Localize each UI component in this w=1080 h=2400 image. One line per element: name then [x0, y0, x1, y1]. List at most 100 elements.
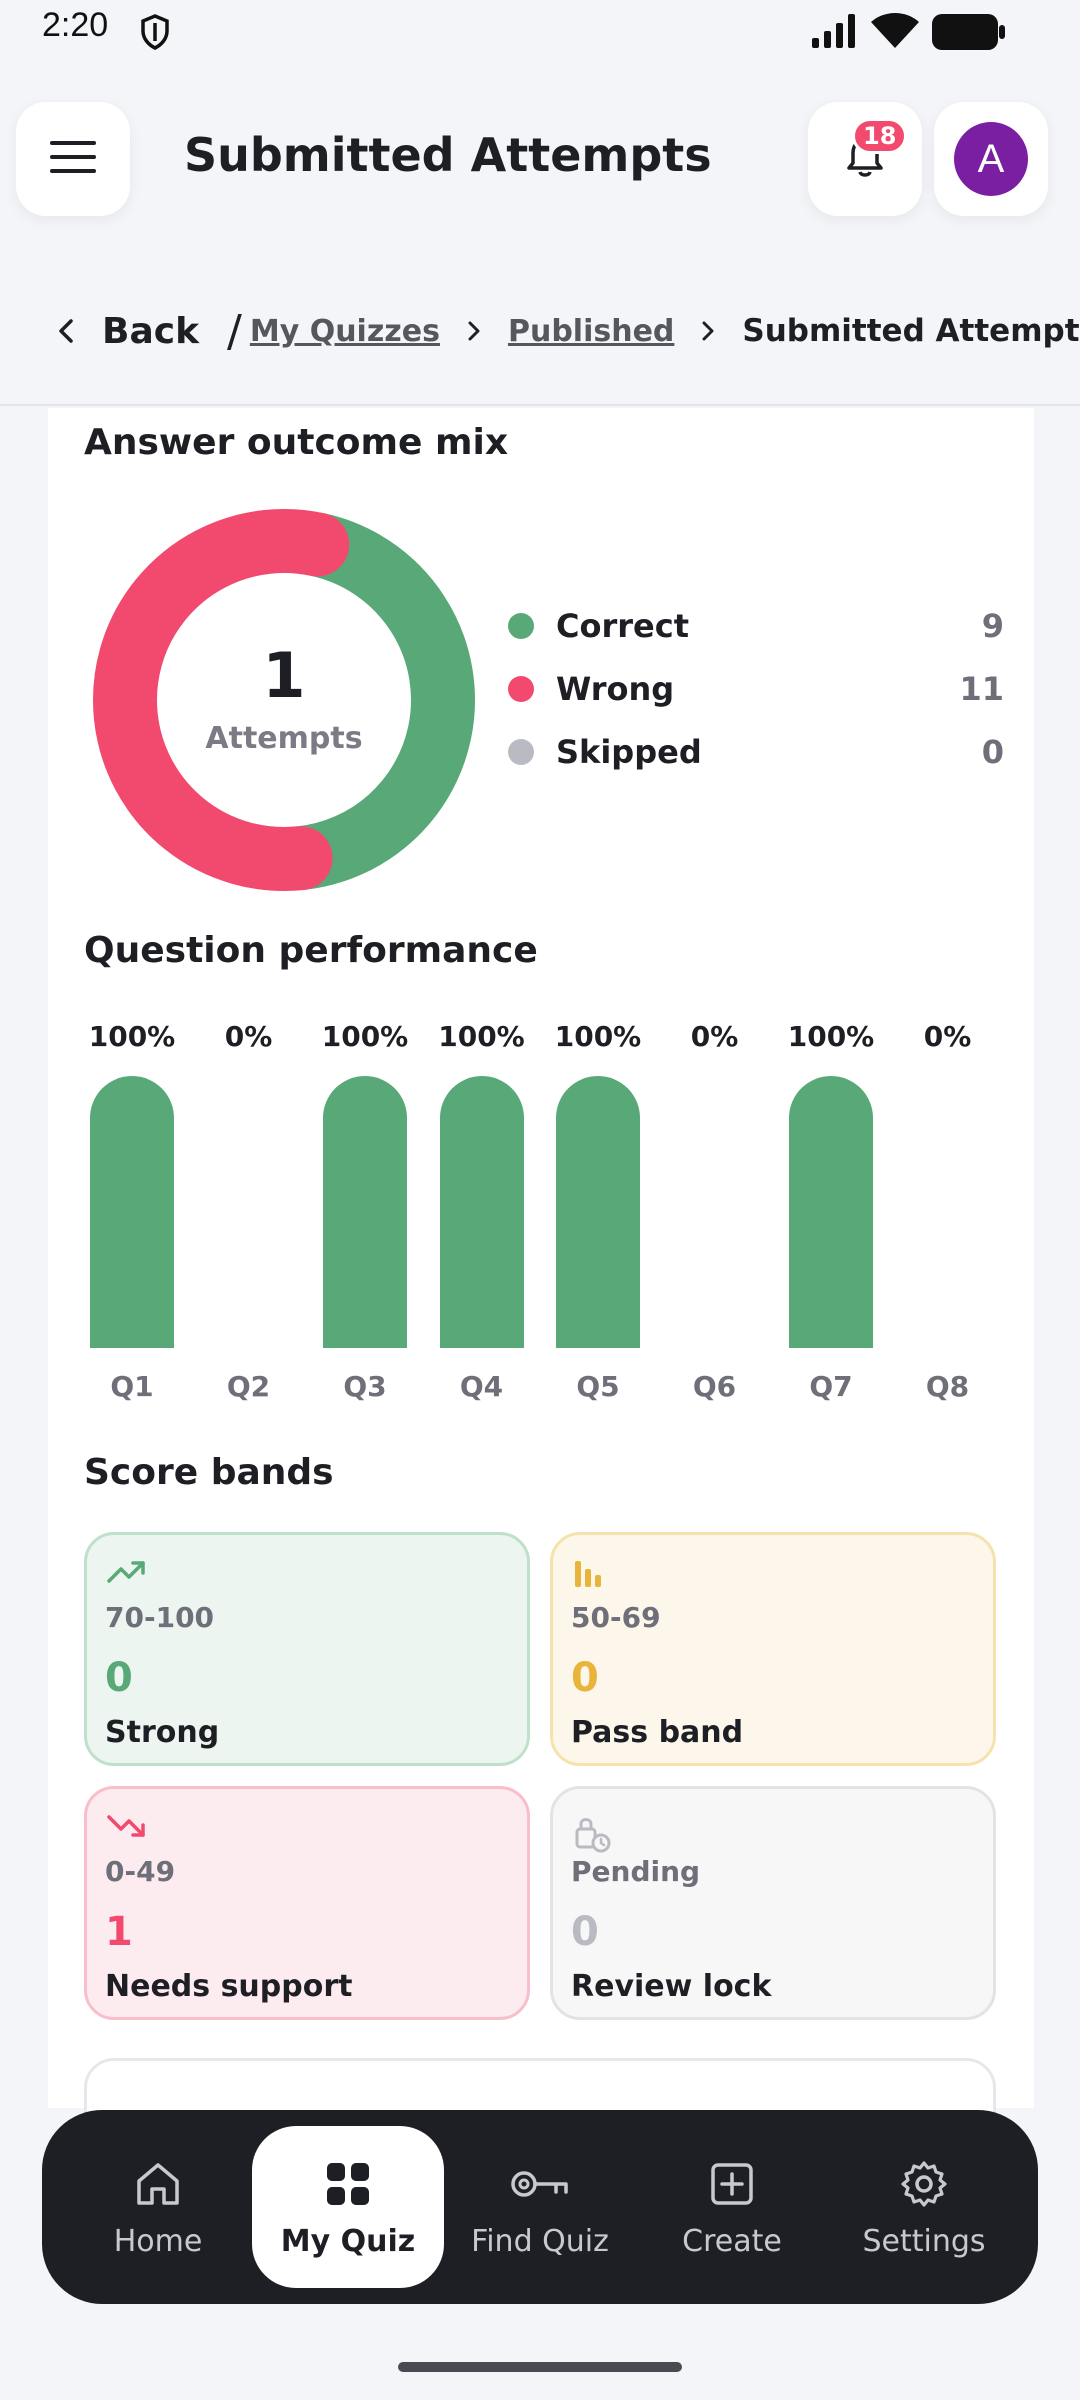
bar-category-label: Q2 — [226, 1370, 271, 1403]
performance-title: Question performance — [84, 930, 538, 971]
band-count: 0 — [571, 1909, 599, 1955]
bar-q3[interactable] — [323, 1076, 407, 1348]
nav-settings[interactable]: Settings — [828, 2126, 1020, 2288]
home-icon — [134, 2156, 182, 2212]
score-bands-title: Score bands — [84, 1452, 334, 1493]
battery-icon — [932, 14, 1006, 54]
avatar: A — [954, 122, 1028, 196]
nav-my-quiz[interactable]: My Quiz — [252, 2126, 444, 2288]
band-name: Pass band — [571, 1715, 744, 1750]
score-band-needs-support[interactable]: 0-49 1 Needs support — [84, 1786, 530, 2020]
legend-dot — [508, 675, 534, 702]
profile-button[interactable]: A — [934, 102, 1048, 216]
chevron-right-icon — [702, 321, 714, 341]
notifications-button[interactable]: 18 — [808, 102, 922, 216]
nav-label: Create — [682, 2223, 782, 2259]
bar-percent-label: 100% — [787, 1020, 875, 1053]
legend-dot — [508, 612, 534, 639]
status-time: 2:20 — [42, 6, 109, 44]
band-range: 0-49 — [105, 1855, 176, 1888]
grid-icon — [325, 2156, 371, 2212]
outcome-title: Answer outcome mix — [84, 422, 509, 463]
legend-item-wrong: Wrong 11 — [508, 657, 1004, 720]
bar-category-label: Q6 — [692, 1370, 737, 1403]
signal-icon — [812, 14, 860, 52]
chevron-left-icon[interactable] — [58, 318, 74, 344]
nav-label: Find Quiz — [471, 2223, 609, 2259]
nav-home[interactable]: Home — [62, 2126, 254, 2288]
bar-percent-label: 0% — [923, 1020, 972, 1053]
bar-percent-label: 0% — [224, 1020, 273, 1053]
breadcrumb: Back / My Quizzes Published Submitted At… — [58, 305, 1080, 357]
band-name: Needs support — [105, 1969, 353, 2004]
home-indicator — [398, 2362, 682, 2372]
legend-item-correct: Correct 9 — [508, 594, 1004, 657]
nav-find-quiz[interactable]: Find Quiz — [444, 2126, 636, 2288]
bar-category-label: Q7 — [809, 1370, 853, 1403]
bar-category-label: Q4 — [459, 1370, 504, 1403]
notification-badge: 18 — [852, 118, 908, 154]
band-name: Strong — [105, 1715, 220, 1750]
bar-percent-label: 0% — [690, 1020, 739, 1053]
band-name: Review lock — [571, 1969, 772, 2004]
bar-q1[interactable] — [90, 1076, 174, 1348]
bottom-navigation: Home My Quiz Find Quiz Create Settings — [42, 2110, 1038, 2304]
bar-category-label: Q3 — [343, 1370, 387, 1403]
menu-button[interactable] — [16, 102, 130, 216]
shield-icon — [140, 14, 170, 54]
band-count: 1 — [105, 1909, 133, 1955]
bar-q4[interactable] — [439, 1076, 524, 1348]
band-range: Pending — [571, 1855, 701, 1888]
wifi-icon — [870, 12, 920, 54]
donut-center: 1 Attempts — [84, 500, 484, 900]
lock-clock-icon — [573, 1813, 613, 1857]
outcome-legend: Correct 9 Wrong 11 Skipped 0 — [508, 594, 1004, 783]
bar-category-label: Q1 — [110, 1370, 154, 1403]
trending-down-icon — [107, 1813, 147, 1843]
breadcrumb-my-quizzes[interactable]: My Quizzes — [250, 314, 440, 349]
back-button[interactable]: Back — [102, 311, 199, 352]
nav-label: Settings — [862, 2223, 986, 2259]
legend-dot — [508, 738, 534, 765]
nav-create[interactable]: Create — [636, 2126, 828, 2288]
bar-percent-label: 100% — [88, 1020, 176, 1053]
plus-square-icon — [710, 2156, 754, 2212]
breadcrumb-published[interactable]: Published — [508, 314, 674, 349]
band-range: 50-69 — [571, 1601, 661, 1634]
trending-up-icon — [107, 1559, 147, 1589]
status-bar: 2:20 — [0, 0, 1080, 66]
breadcrumb-current: Submitted Attempts — [742, 313, 1080, 349]
bar-q7[interactable] — [789, 1076, 873, 1348]
key-icon — [510, 2156, 570, 2212]
legend-label: Correct — [556, 606, 689, 645]
gear-icon — [900, 2156, 948, 2212]
bar-percent-label: 100% — [438, 1020, 525, 1053]
legend-value: 11 — [959, 669, 1004, 708]
app-header: Submitted Attempts 18 A Back / My Quizze… — [0, 66, 1080, 406]
legend-value: 9 — [981, 606, 1004, 645]
bar-category-label: Q8 — [925, 1370, 970, 1403]
bar-percent-label: 100% — [321, 1020, 409, 1053]
attempts-count: 1 — [262, 638, 306, 712]
bar-chart-icon — [573, 1559, 607, 1593]
page-title: Submitted Attempts — [184, 128, 712, 182]
score-band-pass[interactable]: 50-69 0 Pass band — [550, 1532, 996, 1766]
nav-label: Home — [113, 2223, 203, 2259]
legend-value: 0 — [981, 732, 1004, 771]
score-band-strong[interactable]: 70-100 0 Strong — [84, 1532, 530, 1766]
attempts-label: Attempts — [205, 720, 363, 756]
bar-percent-label: 100% — [554, 1020, 642, 1053]
legend-item-skipped: Skipped 0 — [508, 720, 1004, 783]
band-count: 0 — [105, 1655, 133, 1701]
bar-q5[interactable] — [556, 1076, 640, 1348]
hamburger-icon — [48, 139, 98, 179]
score-band-pending[interactable]: Pending 0 Review lock — [550, 1786, 996, 2020]
bar-category-label: Q5 — [576, 1370, 620, 1403]
legend-label: Wrong — [556, 669, 675, 708]
legend-label: Skipped — [556, 732, 702, 771]
chevron-right-icon — [468, 321, 480, 341]
analytics-card: Answer outcome mix 1 Attempts Correct 9 … — [48, 408, 1034, 2158]
breadcrumb-separator: / — [227, 305, 242, 357]
band-count: 0 — [571, 1655, 599, 1701]
band-range: 70-100 — [105, 1601, 215, 1634]
